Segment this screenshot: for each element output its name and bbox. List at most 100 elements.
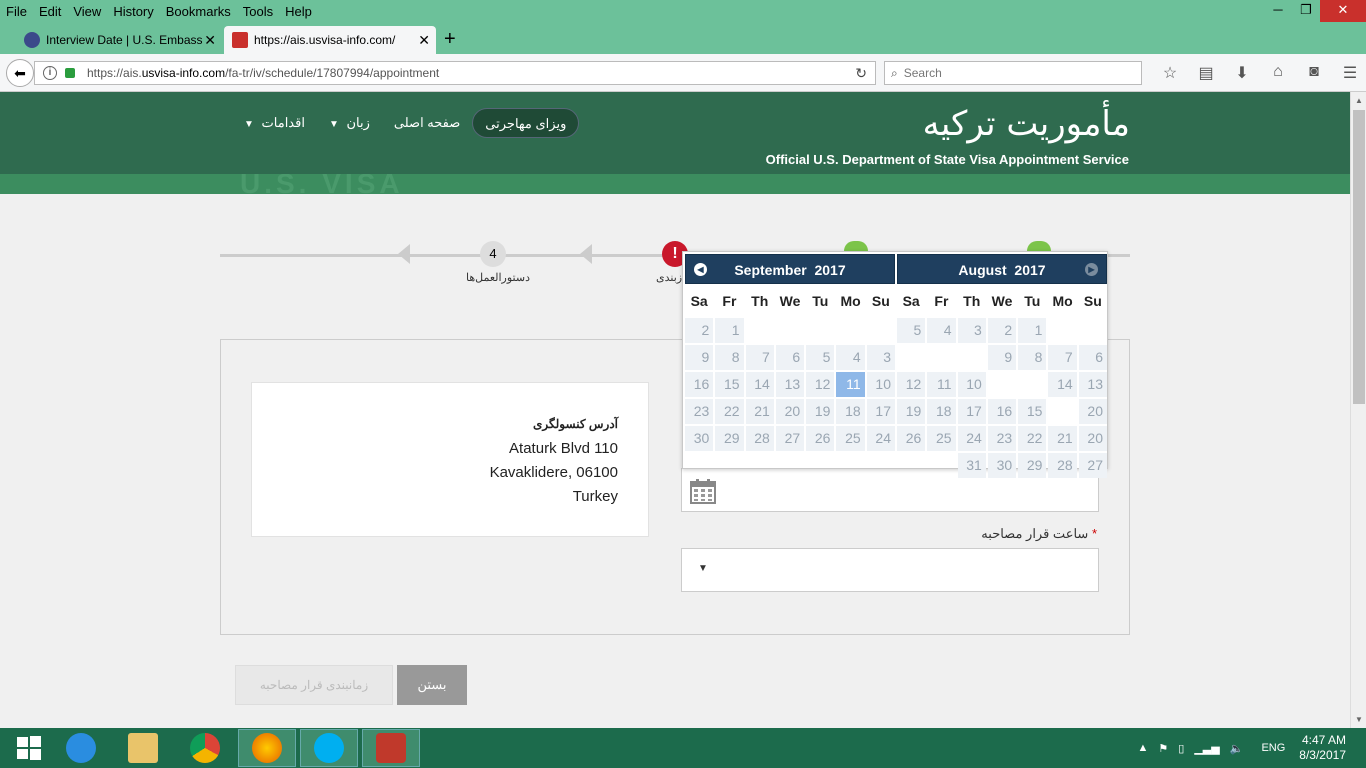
taskbar-psiphon[interactable] [362, 729, 420, 767]
menu-history[interactable]: History [107, 4, 159, 19]
calendar-day[interactable]: 6 [775, 345, 805, 370]
taskbar-skype[interactable] [300, 729, 358, 767]
calendar-day[interactable]: 31 [957, 453, 986, 478]
calendar-day[interactable]: 18 [927, 399, 956, 424]
calendar-day[interactable]: 10 [866, 372, 895, 397]
calendar-day[interactable]: 25 [836, 426, 865, 451]
nav-immigrant-visa[interactable]: ویزای مهاجرتی [472, 108, 580, 138]
menu-view[interactable]: View [67, 4, 107, 19]
calendar-day[interactable]: 5 [806, 345, 835, 370]
url-bar[interactable]: i https://ais.usvisa-info.com/fa-tr/iv/s… [34, 61, 876, 85]
calendar-day[interactable]: 13 [775, 372, 805, 397]
calendar-day[interactable]: 26 [897, 426, 926, 451]
battery-icon[interactable]: ▯ [1178, 742, 1184, 755]
calendar-day[interactable]: 4 [927, 318, 956, 343]
calendar-day[interactable]: 13 [1078, 372, 1107, 397]
calendar-day[interactable]: 20 [775, 399, 805, 424]
calendar-day[interactable]: 27 [1078, 453, 1107, 478]
input-language[interactable]: ENG [1261, 742, 1285, 754]
clock[interactable]: 4:47 AM 8/3/2017 [1299, 733, 1346, 763]
calendar-day[interactable]: 20 [1078, 426, 1107, 451]
close-window-icon[interactable]: ✕ [1320, 0, 1366, 22]
calendar-day[interactable]: 9 [987, 345, 1017, 370]
taskbar-firefox[interactable] [238, 729, 296, 767]
calendar-day[interactable]: 29 [715, 426, 744, 451]
network-alert-icon[interactable]: ⚑ [1158, 742, 1168, 755]
calendar-icon[interactable] [690, 478, 716, 504]
calendar-day[interactable]: 2 [685, 318, 714, 343]
calendar-day[interactable]: 5 [897, 318, 926, 343]
calendar-day[interactable]: 7 [745, 345, 774, 370]
bookmark-star-icon[interactable]: ☆ [1152, 63, 1188, 83]
calendar-day[interactable]: 19 [806, 399, 835, 424]
taskbar-chrome[interactable] [176, 729, 234, 767]
tab-usvisa[interactable]: https://ais.usvisa-info.com/ ✕ [224, 26, 436, 54]
calendar-day[interactable]: 28 [1048, 453, 1077, 478]
calendar-day[interactable]: 15 [715, 372, 744, 397]
signal-icon[interactable]: ▁▃▅ [1194, 742, 1219, 755]
start-button[interactable] [0, 729, 58, 767]
calendar-day[interactable]: 14 [745, 372, 774, 397]
calendar-day[interactable]: 16 [987, 399, 1017, 424]
calendar-day[interactable]: 12 [806, 372, 835, 397]
menu-tools[interactable]: Tools [237, 4, 279, 19]
calendar-day[interactable]: 6 [1078, 345, 1107, 370]
calendar-day[interactable]: 18 [836, 399, 865, 424]
nav-actions[interactable]: ▼ اقدامات [232, 108, 317, 138]
calendar-day[interactable]: 19 [897, 399, 926, 424]
taskbar-ie[interactable] [52, 729, 110, 767]
search-input[interactable]: ⌕ Search [884, 61, 1142, 85]
nav-home[interactable]: صفحه اصلی [382, 108, 472, 138]
calendar-day[interactable]: 30 [685, 426, 714, 451]
calendar-day[interactable]: 8 [1018, 345, 1047, 370]
calendar-day[interactable]: 1 [1018, 318, 1047, 343]
restore-icon[interactable]: ❐ [1292, 0, 1320, 22]
calendar-day[interactable]: 14 [1048, 372, 1077, 397]
reading-list-icon[interactable]: ▤ [1188, 63, 1224, 83]
calendar-day[interactable]: 20 [1078, 399, 1107, 424]
hamburger-menu-icon[interactable]: ☰ [1332, 63, 1366, 83]
close-tab-icon[interactable]: ✕ [418, 32, 430, 49]
calendar-day[interactable]: 29 [1018, 453, 1047, 478]
calendar-day[interactable]: 16 [685, 372, 714, 397]
calendar-day[interactable]: 4 [836, 345, 865, 370]
calendar-day[interactable]: 12 [897, 372, 926, 397]
calendar-day[interactable]: 9 [685, 345, 714, 370]
calendar-day[interactable]: 17 [957, 399, 986, 424]
calendar-day[interactable]: 11 [927, 372, 956, 397]
calendar-day[interactable]: 22 [1018, 426, 1047, 451]
menu-bookmarks[interactable]: Bookmarks [160, 4, 237, 19]
calendar-day[interactable]: 24 [866, 426, 895, 451]
menu-help[interactable]: Help [279, 4, 318, 19]
calendar-day[interactable]: 22 [715, 399, 744, 424]
scrollbar-thumb[interactable] [1353, 110, 1365, 404]
calendar-day[interactable]: 1 [715, 318, 744, 343]
pocket-icon[interactable]: ◙ [1296, 63, 1332, 83]
calendar-day[interactable]: 7 [1048, 345, 1077, 370]
calendar-day[interactable]: 28 [745, 426, 774, 451]
next-month-icon[interactable]: ▶ [1085, 263, 1098, 276]
calendar-day[interactable]: 17 [866, 399, 895, 424]
nav-language[interactable]: ▼ زبان [317, 108, 382, 138]
calendar-day[interactable]: 10 [957, 372, 986, 397]
calendar-day[interactable]: 25 [927, 426, 956, 451]
reload-icon[interactable]: ↻ [855, 65, 867, 82]
calendar-day[interactable]: 21 [1048, 426, 1077, 451]
home-icon[interactable]: ⌂ [1260, 63, 1296, 83]
calendar-day[interactable]: 21 [745, 399, 774, 424]
calendar-day[interactable]: 30 [987, 453, 1017, 478]
calendar-day[interactable]: 23 [685, 399, 714, 424]
calendar-day[interactable]: 24 [957, 426, 986, 451]
schedule-appointment-button[interactable]: زمانبندی قرار مصاحبه [235, 665, 393, 705]
close-button[interactable]: بستن [397, 665, 467, 705]
calendar-day[interactable]: 3 [866, 345, 895, 370]
menu-file[interactable]: File [0, 4, 33, 19]
new-tab-icon[interactable]: + [444, 26, 456, 52]
menu-edit[interactable]: Edit [33, 4, 67, 19]
page-scrollbar[interactable]: ▲ ▼ [1350, 92, 1366, 728]
minimize-icon[interactable]: ─ [1264, 0, 1292, 22]
calendar-day[interactable]: 26 [806, 426, 835, 451]
scroll-up-icon[interactable]: ▲ [1351, 96, 1366, 105]
calendar-day[interactable]: 2 [987, 318, 1017, 343]
taskbar-explorer[interactable] [114, 729, 172, 767]
